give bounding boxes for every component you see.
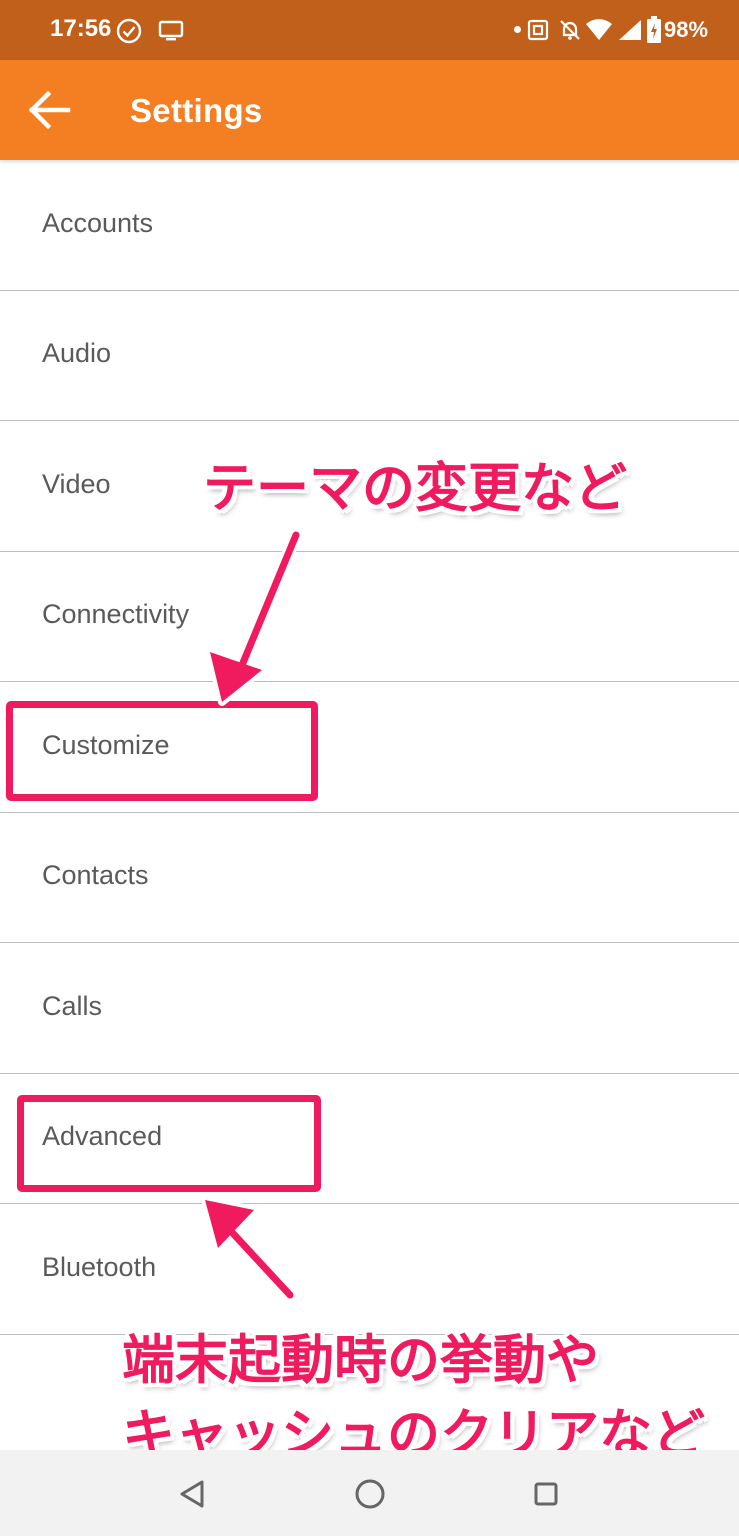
settings-item-label: Contacts [42, 860, 149, 890]
settings-item-calls[interactable]: Calls [0, 943, 739, 1074]
home-circle-icon[interactable] [352, 1476, 388, 1512]
page-title: Settings [130, 92, 263, 129]
settings-item-accounts[interactable]: Accounts [0, 160, 739, 291]
status-bar: 17:56 98% [0, 0, 739, 60]
battery-charging-icon [647, 16, 661, 43]
settings-item-label: Audio [42, 338, 112, 368]
recents-square-icon[interactable] [528, 1476, 564, 1512]
advanced-annotation-line1: 端末起動時の挙動や [122, 1330, 599, 1391]
customize-highlight-box [6, 701, 318, 801]
settings-item-connectivity[interactable]: Connectivity [0, 551, 739, 682]
settings-item-label: Calls [42, 991, 103, 1021]
customize-annotation: テーマの変更など [203, 458, 627, 519]
advanced-highlight-box [17, 1095, 321, 1192]
navigation-bar [0, 1450, 739, 1536]
check-circle-icon [116, 18, 142, 44]
settings-item-label: Connectivity [42, 599, 190, 629]
bell-off-icon [560, 20, 580, 40]
settings-item-label: Video [42, 469, 111, 499]
signal-icon [619, 20, 641, 40]
screen-cast-icon [158, 20, 184, 41]
wifi-icon [586, 19, 612, 40]
battery-percent: 98% [664, 17, 709, 42]
settings-item-audio[interactable]: Audio [0, 290, 739, 421]
settings-item-label: Accounts [42, 208, 154, 238]
arrow-left-icon[interactable] [22, 84, 78, 136]
notification-dot [514, 26, 521, 33]
nfc-icon [527, 19, 549, 41]
back-triangle-icon[interactable] [174, 1476, 210, 1512]
app-bar: Settings [0, 60, 739, 160]
settings-item-contacts[interactable]: Contacts [0, 812, 739, 943]
settings-item-bluetooth[interactable]: Bluetooth [0, 1204, 739, 1335]
settings-item-label: Bluetooth [42, 1252, 157, 1282]
status-time: 17:56 [50, 15, 112, 42]
